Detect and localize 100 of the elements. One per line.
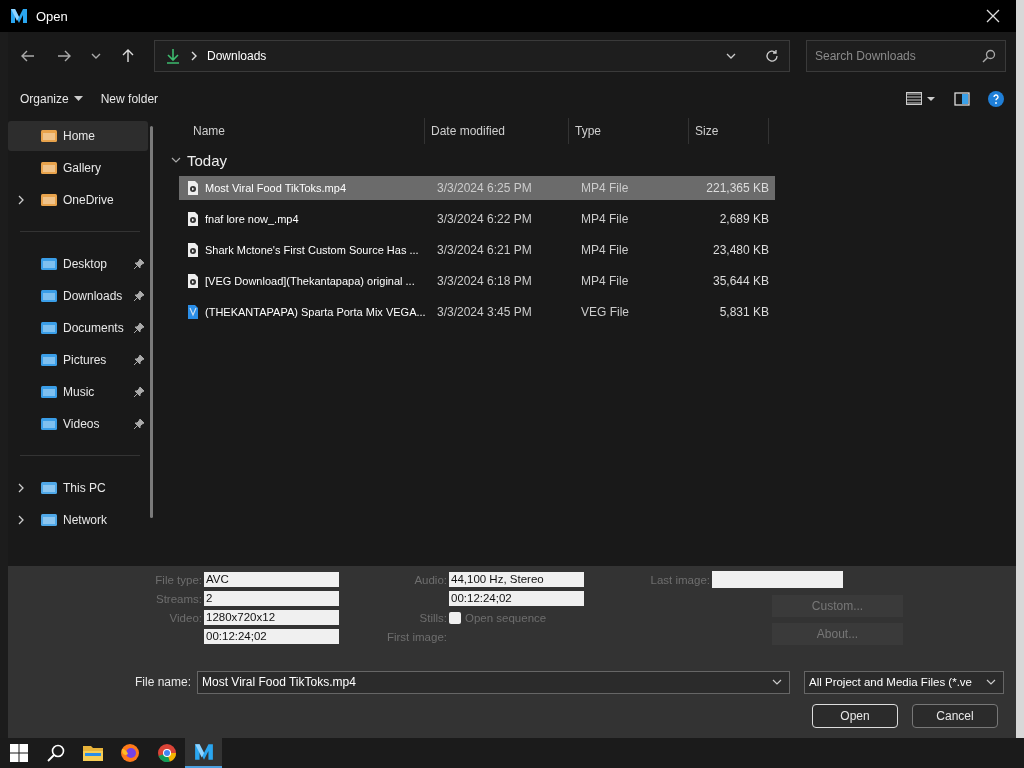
property-label: Video: xyxy=(168,611,202,624)
file-name: Most Viral Food TikToks.mp4 xyxy=(205,182,346,194)
expand-icon[interactable] xyxy=(17,515,25,525)
sidebar-item[interactable]: Desktop xyxy=(8,249,148,279)
file-row[interactable]: fnaf lore now_.mp4 3/3/2024 6:22 PM MP4 File 2,689 KB xyxy=(179,207,775,231)
browser-logo-icon xyxy=(156,743,177,763)
folder-icon xyxy=(40,160,58,176)
new-folder-button[interactable]: New folder xyxy=(94,88,165,110)
organize-menu[interactable]: Organize xyxy=(14,88,89,110)
open-button[interactable]: Open xyxy=(812,704,898,728)
video-file-icon xyxy=(187,243,199,257)
column-header[interactable]: Name xyxy=(167,118,425,144)
file-name: fnaf lore now_.mp4 xyxy=(205,213,299,225)
property-label: Audio: xyxy=(413,573,447,586)
folder-icon xyxy=(40,320,58,336)
expand-icon[interactable] xyxy=(17,483,25,493)
video-file-icon xyxy=(187,212,199,226)
search-field[interactable]: Search Downloads xyxy=(806,40,1006,72)
video-file-icon xyxy=(187,181,199,195)
app-logo-icon xyxy=(10,7,28,25)
group-header[interactable]: Today xyxy=(167,144,1016,176)
folder-icon xyxy=(40,512,58,528)
address-bar[interactable]: Downloads xyxy=(154,40,790,72)
table-cell-text: 3/3/2024 6:21 PM xyxy=(436,243,533,257)
table-cell-text: 5,831 KB xyxy=(718,305,769,319)
file-name-field[interactable]: Most Viral Food TikToks.mp4 xyxy=(197,670,790,694)
file-name: (THEKANTAPAPA) Sparta Porta Mix VEGA... xyxy=(205,306,426,318)
pin-icon xyxy=(134,323,144,333)
column-header[interactable]: Date modified xyxy=(425,118,569,144)
windows-logo-icon xyxy=(9,744,28,762)
property-label: First image: xyxy=(385,630,447,643)
folder-icon xyxy=(40,256,58,272)
property-field: 2 xyxy=(204,591,339,606)
folder-icon xyxy=(82,745,103,761)
sidebar-item[interactable]: Pictures xyxy=(8,345,148,375)
table-cell-text: MP4 File xyxy=(580,274,630,288)
sidebar-item[interactable]: Home xyxy=(8,121,148,151)
folder-icon xyxy=(40,128,58,144)
pin-icon xyxy=(134,291,144,301)
refresh-icon[interactable] xyxy=(765,49,779,63)
pin-icon xyxy=(134,387,144,397)
download-icon xyxy=(165,48,181,64)
property-field: 00:12:24;02 xyxy=(204,629,339,644)
table-cell-text: VEG File xyxy=(580,305,630,319)
folder-icon xyxy=(40,192,58,208)
property-label: Last image: xyxy=(649,573,710,586)
pin-icon xyxy=(134,355,144,365)
forward-arrow-icon xyxy=(56,48,72,64)
search-icon xyxy=(46,744,65,762)
list-view-icon xyxy=(906,92,936,106)
file-name: [VEG Download](Thekantapapa) original ... xyxy=(205,275,415,287)
editor-app-button[interactable] xyxy=(185,738,222,768)
sidebar-item[interactable]: Music xyxy=(8,377,148,407)
sidebar-item[interactable]: Downloads xyxy=(8,281,148,311)
property-field: 1280x720x12 xyxy=(204,610,339,625)
close-icon xyxy=(986,9,1000,23)
folder-icon xyxy=(40,384,58,400)
table-cell-text: 23,480 KB xyxy=(711,243,769,257)
property-field: 44,100 Hz, Stereo xyxy=(449,572,584,587)
sidebar-item[interactable]: Network xyxy=(8,505,148,535)
project-file-icon xyxy=(187,305,199,319)
property-field: AVC xyxy=(204,572,339,587)
search-icon xyxy=(982,49,996,63)
sidebar-item[interactable]: Videos xyxy=(8,409,148,439)
table-cell-text: 3/3/2024 6:18 PM xyxy=(436,274,533,288)
help-icon xyxy=(988,91,1004,107)
sidebar-item[interactable]: Documents xyxy=(8,313,148,343)
file-type-dropdown[interactable]: All Project and Media Files (*.ve xyxy=(804,670,1004,694)
table-cell-text: MP4 File xyxy=(580,212,630,226)
property-field: 00:12:24;02 xyxy=(449,591,584,606)
column-header[interactable]: Size xyxy=(689,118,769,144)
pin-icon xyxy=(134,419,144,429)
file-row[interactable]: [VEG Download](Thekantapapa) original ... 3/3/2024 6:18 PM MP4 File 35,644 KB xyxy=(179,269,775,293)
window-title: Open xyxy=(36,8,68,24)
column-header[interactable]: Type xyxy=(569,118,689,144)
browser-logo-icon xyxy=(119,743,140,763)
video-file-icon xyxy=(187,274,199,288)
table-cell-text: 3/3/2024 3:45 PM xyxy=(436,305,533,319)
sidebar-item[interactable]: Gallery xyxy=(8,153,148,183)
table-cell-text: 2,689 KB xyxy=(718,212,769,226)
sidebar-item[interactable]: OneDrive xyxy=(8,185,148,215)
caret-icon xyxy=(73,96,83,102)
file-row[interactable]: Most Viral Food TikToks.mp4 3/3/2024 6:25 PM MP4 File 221,365 KB xyxy=(179,176,775,200)
file-row[interactable]: Shark Mctone's First Custom Source Has ... 3/3/2024 6:21 PM MP4 File 23,480 KB xyxy=(179,238,775,262)
file-row[interactable]: (THEKANTAPAPA) Sparta Porta Mix VEGA... 3/3/2024 3:45 PM VEG File 5,831 KB xyxy=(179,300,775,324)
cancel-button[interactable]: Cancel xyxy=(912,704,998,728)
folder-icon xyxy=(40,352,58,368)
table-cell-text: 3/3/2024 6:22 PM xyxy=(436,212,533,226)
breadcrumb-item[interactable]: Downloads xyxy=(207,49,267,63)
folder-icon xyxy=(40,416,58,432)
property-label: Streams: xyxy=(155,592,202,605)
chevron-icon xyxy=(189,51,199,61)
back-arrow-icon xyxy=(20,48,36,64)
last-image-field[interactable] xyxy=(712,571,843,588)
preview-pane-icon xyxy=(954,92,970,106)
folder-icon xyxy=(40,480,58,496)
file-name-label: File name: xyxy=(133,675,191,689)
expand-icon[interactable] xyxy=(17,195,25,205)
sidebar-item[interactable]: This PC xyxy=(8,473,148,503)
table-cell-text: 3/3/2024 6:25 PM xyxy=(436,181,533,195)
